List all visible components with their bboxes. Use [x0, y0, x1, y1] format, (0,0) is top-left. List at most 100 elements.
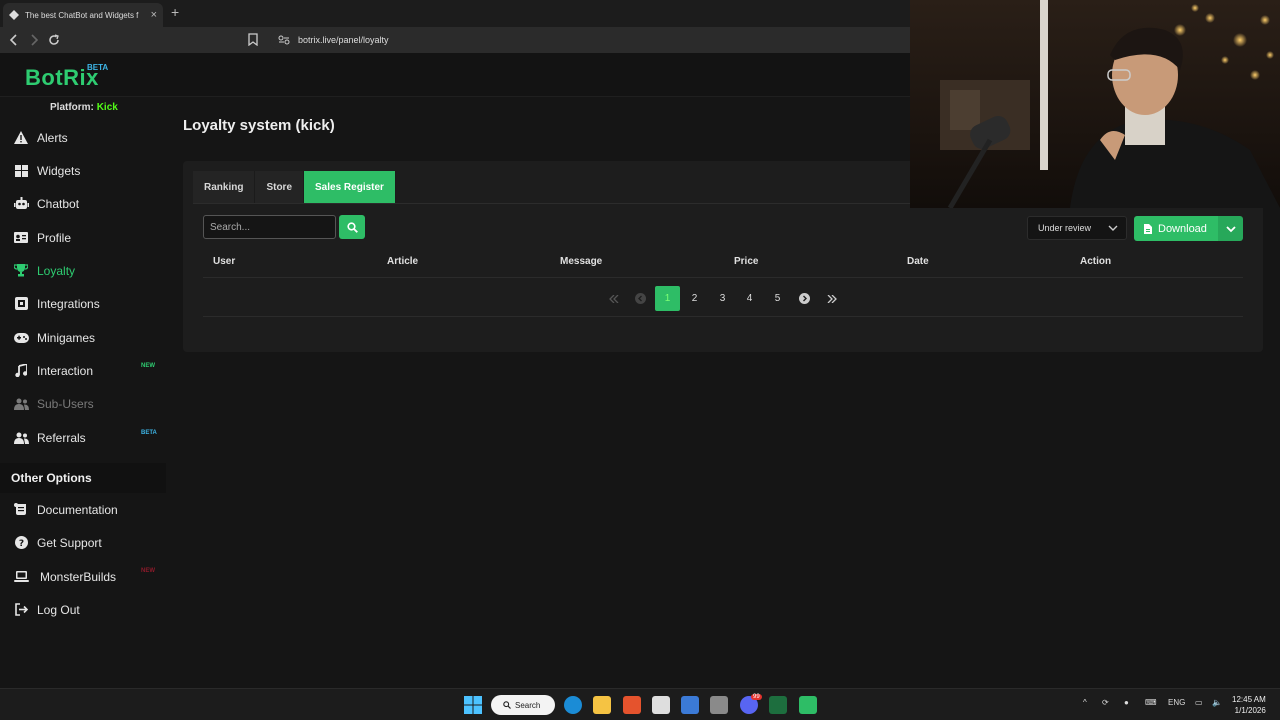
music-note-icon: [13, 363, 29, 379]
integrations-icon: [13, 296, 29, 312]
sidebar-item-documentation[interactable]: Documentation: [0, 493, 166, 526]
webcam-overlay: [910, 0, 1280, 208]
sidebar-item-label: Integrations: [37, 296, 100, 311]
status-filter-select[interactable]: Under review: [1027, 216, 1127, 240]
language-indicator[interactable]: ENG: [1168, 698, 1185, 707]
search-input[interactable]: Search...: [203, 215, 336, 239]
chevron-up-icon[interactable]: ^: [1083, 698, 1087, 707]
platform-value: Kick: [96, 102, 118, 113]
sidebar-item-label: MonsterBuilds: [40, 569, 117, 584]
last-page-icon[interactable]: [819, 286, 844, 311]
page-2[interactable]: 2: [682, 286, 707, 311]
back-icon[interactable]: [6, 32, 22, 48]
bookmark-icon[interactable]: [248, 33, 258, 51]
column-header-action: Action: [1080, 256, 1112, 267]
mail-icon[interactable]: [681, 696, 699, 714]
next-page-icon[interactable]: [792, 286, 817, 311]
new-badge: NEW: [141, 363, 155, 369]
app-icon[interactable]: [710, 696, 728, 714]
tab-sales-register[interactable]: Sales Register: [304, 171, 396, 203]
browser-tab[interactable]: The best ChatBot and Widgets f ×: [3, 3, 163, 27]
sidebar-item-label: Loyalty: [37, 263, 76, 278]
sidebar-item-label: Log Out: [37, 602, 80, 617]
sidebar-item-referrals[interactable]: Referrals: [0, 421, 166, 454]
chevron-down-icon: [1225, 225, 1236, 232]
platform-label: Platform:: [50, 102, 94, 113]
close-tab-icon[interactable]: ×: [151, 9, 157, 21]
sync-icon[interactable]: ⟳: [1102, 698, 1109, 707]
sidebar-item-chatbot[interactable]: Chatbot: [0, 187, 166, 220]
page-1[interactable]: 1: [655, 286, 680, 311]
site-settings-icon[interactable]: [278, 34, 290, 46]
download-button[interactable]: Download: [1134, 216, 1218, 241]
edge-icon[interactable]: [564, 696, 582, 714]
sidebar-item-interaction[interactable]: Interaction: [0, 354, 166, 387]
taskbar-search[interactable]: Search: [491, 695, 555, 715]
sidebar-item-label: Chatbot: [37, 196, 80, 211]
browser-tab-title: The best ChatBot and Widgets f: [25, 10, 139, 20]
sidebar-item-monsterbuilds[interactable]: MonsterBuilds: [0, 560, 166, 593]
excel-icon[interactable]: [769, 696, 787, 714]
sidebar-item-label: Interaction: [37, 363, 94, 378]
column-header-message[interactable]: Message: [560, 256, 602, 267]
sidebar-item-loyalty[interactable]: Loyalty: [0, 254, 166, 287]
new-tab-icon[interactable]: +: [171, 4, 179, 20]
sidebar-item-label: Alerts: [37, 130, 68, 145]
table-header: User Article Message Price Date Action: [203, 250, 1243, 278]
keyboard-icon[interactable]: ⌨: [1145, 698, 1157, 707]
store-icon[interactable]: [652, 696, 670, 714]
sidebar-item-alerts[interactable]: Alerts: [0, 121, 166, 154]
sidebar-item-label: Profile: [37, 230, 72, 245]
sidebar-item-minigames[interactable]: Minigames: [0, 321, 166, 354]
user-group-icon: [13, 430, 29, 446]
file-explorer-icon[interactable]: [593, 696, 611, 714]
column-header-article[interactable]: Article: [387, 256, 418, 267]
sidebar-item-label: Referrals: [37, 430, 86, 445]
sidebar-item-sub-users[interactable]: Sub-Users: [0, 387, 166, 420]
microphone-icon[interactable]: ●: [1124, 698, 1129, 707]
system-clock[interactable]: 12:45 AM 1/1/2026: [1232, 694, 1266, 716]
page-3[interactable]: 3: [710, 286, 735, 311]
pagination: 1 2 3 4 5: [203, 279, 1243, 317]
status-filter-value: Under review: [1038, 223, 1092, 233]
scroll-icon: [13, 502, 29, 518]
chevron-down-icon: [1108, 225, 1118, 231]
sidebar-item-get-support[interactable]: ? Get Support: [0, 526, 166, 559]
grid-icon: [13, 163, 29, 179]
botrix-app-icon[interactable]: [799, 696, 817, 714]
tab-store[interactable]: Store: [255, 171, 305, 203]
network-icon[interactable]: ▭: [1195, 698, 1203, 707]
sidebar: Platform: Kick Alerts Widgets Chatbot Pr…: [0, 97, 166, 688]
discord-notification-badge: 99: [751, 694, 762, 700]
previous-page-icon[interactable]: [628, 286, 653, 311]
column-header-date[interactable]: Date: [907, 256, 929, 267]
other-options-heading: Other Options: [0, 463, 166, 493]
sidebar-item-label: Documentation: [37, 502, 118, 517]
warning-icon: [13, 130, 29, 146]
forward-icon[interactable]: [26, 32, 42, 48]
taskbar-search-label: Search: [515, 700, 541, 710]
search-icon: [503, 701, 511, 709]
volume-icon[interactable]: 🔈: [1212, 698, 1222, 707]
brave-icon[interactable]: [623, 696, 641, 714]
column-header-user[interactable]: User: [213, 256, 235, 267]
page-5[interactable]: 5: [765, 286, 790, 311]
download-label: Download: [1158, 222, 1207, 235]
first-page-icon[interactable]: [601, 286, 626, 311]
download-options-toggle[interactable]: [1218, 216, 1243, 241]
users-icon: [13, 396, 29, 412]
sidebar-item-profile[interactable]: Profile: [0, 221, 166, 254]
tab-ranking[interactable]: Ranking: [193, 171, 256, 203]
sidebar-item-integrations[interactable]: Integrations: [0, 287, 166, 320]
sidebar-item-label: Minigames: [37, 330, 96, 345]
sidebar-item-widgets[interactable]: Widgets: [0, 154, 166, 187]
windows-start-icon[interactable]: [464, 696, 482, 714]
search-button[interactable]: [339, 215, 365, 239]
reload-icon[interactable]: [46, 32, 62, 48]
svg-text:?: ?: [18, 539, 23, 549]
column-header-price[interactable]: Price: [734, 256, 758, 267]
trophy-icon: [13, 263, 29, 279]
address-bar[interactable]: botrix.live/panel/loyalty: [270, 30, 970, 50]
sidebar-item-log-out[interactable]: Log Out: [0, 593, 166, 626]
page-4[interactable]: 4: [737, 286, 762, 311]
